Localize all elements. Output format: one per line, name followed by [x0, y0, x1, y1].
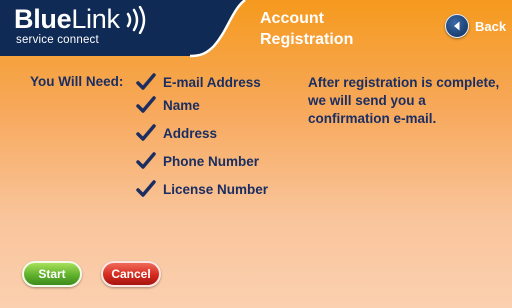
brand-logo-bold: Blue — [14, 4, 72, 34]
checkmark-icon — [136, 73, 156, 90]
requirement-item-phone: Phone Number — [136, 152, 259, 170]
brand-logo-light: Link — [71, 4, 120, 34]
signal-waves-icon — [126, 6, 146, 34]
start-button[interactable]: Start — [22, 261, 82, 287]
requirement-item-email: E-mail Address — [136, 73, 261, 91]
checkmark-icon — [136, 96, 156, 113]
page-title: Account Registration — [260, 8, 353, 50]
confirmation-info-text: After registration is complete, we will … — [308, 75, 500, 126]
requirement-label: Address — [163, 125, 218, 141]
back-button-label: Back — [475, 18, 507, 34]
page-title-line2: Registration — [260, 31, 354, 48]
page-title-line1: Account — [260, 10, 324, 27]
cancel-button-label: Cancel — [111, 267, 151, 281]
requirement-item-address: Address — [136, 124, 217, 142]
brand-tagline: service connect — [16, 34, 99, 46]
requirement-label: Phone Number — [163, 153, 260, 169]
requirement-item-license: License Number — [136, 180, 268, 198]
checkmark-icon — [136, 124, 156, 141]
requirements-label: You Will Need: — [30, 74, 124, 89]
requirement-item-name: Name — [136, 96, 200, 114]
brand-logo: BlueLink — [14, 4, 120, 35]
arrow-left-icon — [445, 14, 469, 38]
back-button[interactable]: Back — [445, 14, 506, 38]
requirement-label: License Number — [163, 181, 269, 197]
start-button-label: Start — [38, 267, 66, 281]
checkmark-icon — [136, 152, 156, 169]
requirement-label: Name — [163, 97, 200, 113]
requirement-label: E-mail Address — [163, 74, 261, 90]
cancel-button[interactable]: Cancel — [101, 261, 161, 287]
checkmark-icon — [136, 180, 156, 197]
